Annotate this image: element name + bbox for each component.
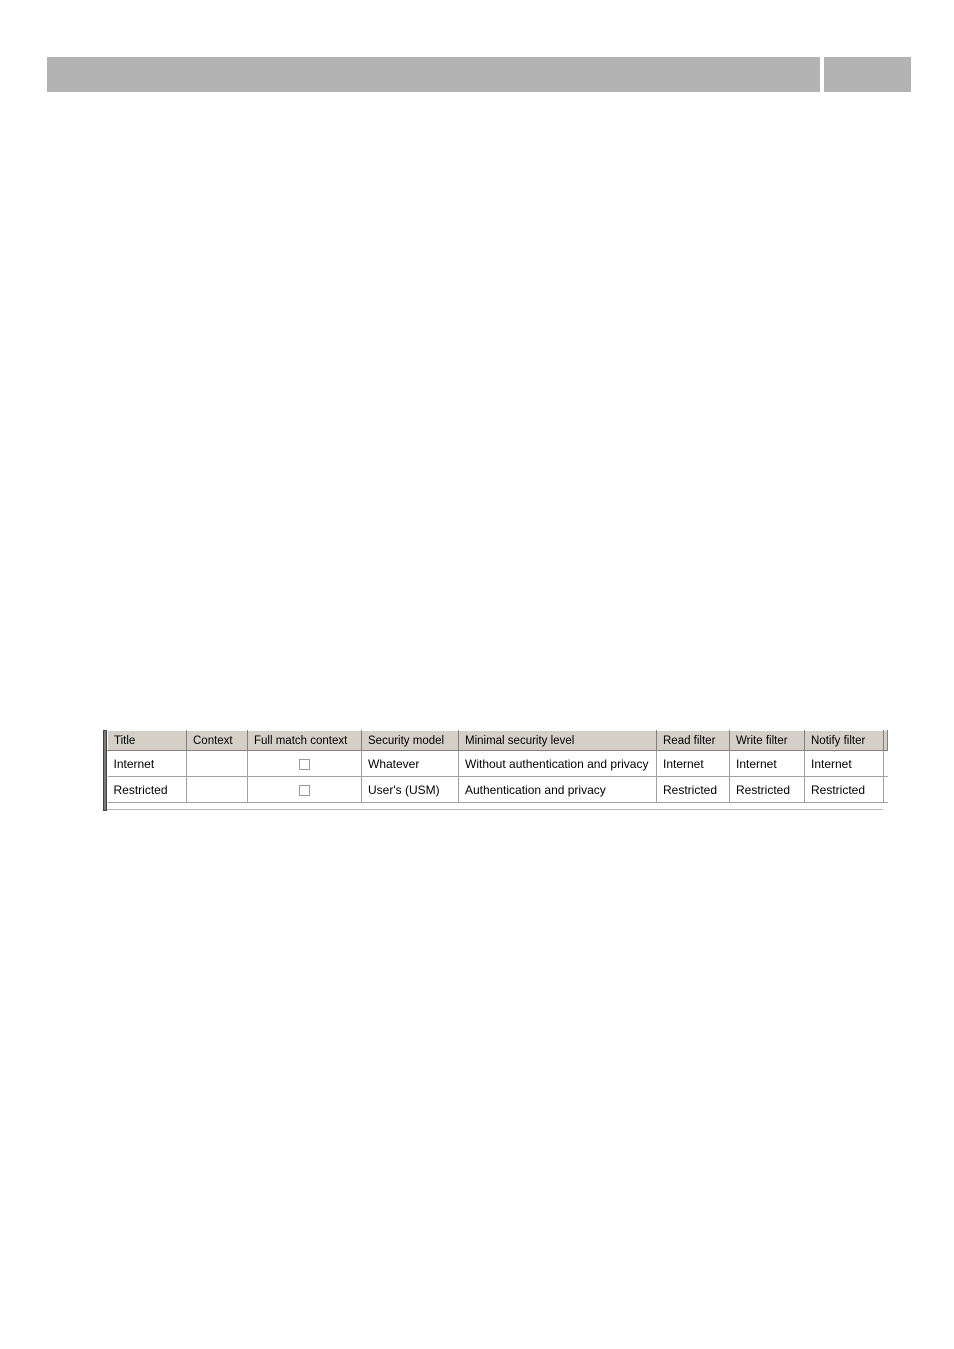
cell-context[interactable] <box>186 776 248 803</box>
contexts-table[interactable]: Title Context Full match context Securit… <box>107 730 888 803</box>
column-header-context[interactable]: Context <box>186 730 248 751</box>
cell-overflow <box>883 776 888 803</box>
cell-full-match-context[interactable] <box>247 776 362 803</box>
table-row[interactable]: Internet Whatever Without authentication… <box>107 750 888 777</box>
cell-notify-filter[interactable]: Restricted <box>804 776 884 803</box>
cell-security-model[interactable]: Whatever <box>361 750 459 777</box>
header-banner <box>47 57 911 92</box>
grid-body[interactable]: Title Context Full match context Securit… <box>107 730 888 811</box>
cell-read-filter[interactable]: Internet <box>656 750 730 777</box>
column-header-notify-filter[interactable]: Notify filter <box>804 730 884 751</box>
cell-full-match-context[interactable] <box>247 750 362 777</box>
cell-notify-filter[interactable]: Internet <box>804 750 884 777</box>
column-header-overflow <box>883 730 888 751</box>
table-header-row: Title Context Full match context Securit… <box>107 730 888 751</box>
cell-write-filter[interactable]: Internet <box>729 750 805 777</box>
cell-title[interactable]: Restricted <box>107 776 187 803</box>
header-banner-main-band <box>47 57 820 92</box>
table-row[interactable]: Restricted User's (USM) Authentication a… <box>107 776 888 803</box>
security-contexts-grid[interactable]: Title Context Full match context Securit… <box>103 730 888 811</box>
checkbox-unchecked-icon[interactable] <box>299 784 310 796</box>
cell-minimal-security-level[interactable]: Without authentication and privacy <box>458 750 657 777</box>
cell-overflow <box>883 750 888 777</box>
column-header-write-filter[interactable]: Write filter <box>729 730 805 751</box>
column-header-read-filter[interactable]: Read filter <box>656 730 730 751</box>
column-header-minimal-security-level[interactable]: Minimal security level <box>458 730 657 751</box>
grid-footer-edge <box>107 804 883 810</box>
grid-selection-rail-highlight <box>104 731 106 810</box>
cell-title[interactable]: Internet <box>107 750 187 777</box>
cell-write-filter[interactable]: Restricted <box>729 776 805 803</box>
cell-read-filter[interactable]: Restricted <box>656 776 730 803</box>
column-header-full-match-context[interactable]: Full match context <box>247 730 362 751</box>
cell-context[interactable] <box>186 750 248 777</box>
column-header-security-model[interactable]: Security model <box>361 730 459 751</box>
column-header-title[interactable]: Title <box>107 730 187 751</box>
checkbox-unchecked-icon[interactable] <box>299 758 310 770</box>
cell-security-model[interactable]: User's (USM) <box>361 776 459 803</box>
cell-minimal-security-level[interactable]: Authentication and privacy <box>458 776 657 803</box>
header-banner-side-band <box>824 57 911 92</box>
